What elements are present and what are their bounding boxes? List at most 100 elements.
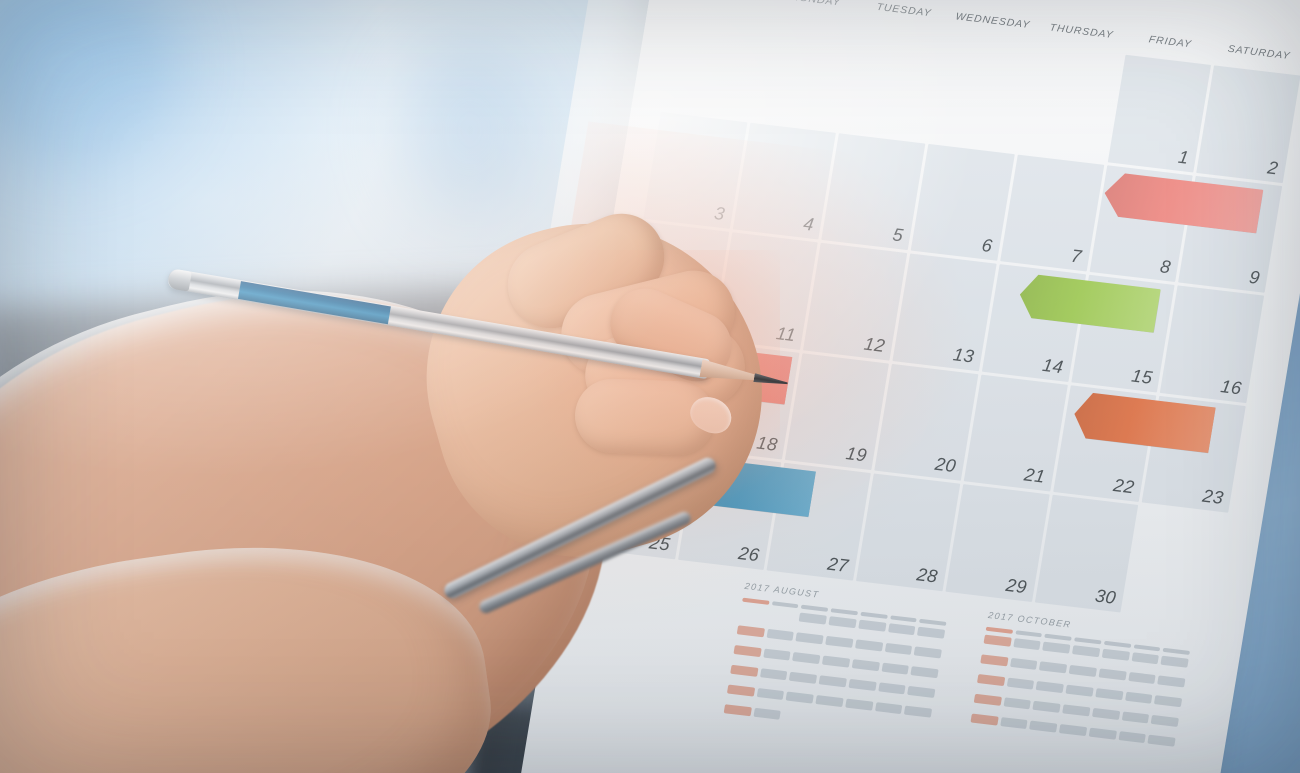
mini-day-dot (1006, 677, 1035, 690)
mini-day-dot (881, 662, 910, 675)
mini-calendar-october: 2017 OCTOBER (957, 610, 1193, 773)
calendar-cell-4: 4 (732, 122, 837, 240)
mini-day-dot (1127, 671, 1156, 684)
mini-day-dot (983, 634, 1012, 647)
mini-day-dot (828, 616, 857, 629)
mini-day-dot (917, 626, 946, 639)
calendar-cell-1: 1 (1107, 54, 1212, 173)
date-number: 23 (1201, 486, 1226, 509)
mini-day-dot (1036, 681, 1065, 694)
mini-day-dot (733, 645, 762, 658)
mini-day-dot (904, 705, 933, 718)
calendar-cell-empty (1124, 506, 1228, 623)
mini-day-dot (769, 609, 797, 621)
calendar-cell-12: 12 (803, 243, 908, 361)
mini-day-dot (799, 612, 828, 625)
date-number: 12 (862, 333, 887, 356)
mini-day-dot (792, 652, 821, 665)
mini-day-dot (726, 684, 755, 697)
date-number: 18 (755, 432, 780, 456)
mini-day-dot (1101, 648, 1130, 661)
date-number: 15 (1130, 365, 1155, 388)
mini-day-dot (1039, 661, 1068, 674)
calendar-cell-21: 21 (963, 374, 1068, 492)
calendar-cell-6: 6 (910, 143, 1015, 261)
mini-day-dot (848, 678, 877, 691)
mini-day-dot (1157, 675, 1186, 688)
mini-day-dot (1009, 657, 1038, 670)
mini-day-dot (1124, 691, 1153, 704)
mini-day-dot (973, 693, 1002, 706)
date-number: 26 (736, 543, 761, 566)
mini-day-dot (740, 606, 768, 618)
mini-day-dot (1085, 747, 1113, 759)
pencil-cap (166, 268, 192, 292)
mini-day-dot (887, 623, 916, 636)
calendar-cell-13: 13 (892, 253, 997, 372)
date-number: 9 (1247, 267, 1262, 289)
mini-day-dot (967, 733, 995, 745)
date-number: 7 (1069, 245, 1084, 267)
mini-day-dot (766, 628, 795, 641)
mini-day-dot (1013, 638, 1042, 651)
mini-day-dot (795, 632, 824, 645)
mini-day-grid (966, 634, 1189, 773)
mini-day-dot (1115, 751, 1143, 763)
date-number: 1 (1176, 146, 1191, 168)
mini-day-dot (1065, 684, 1094, 697)
mini-day-dot (877, 682, 906, 695)
date-number: 28 (915, 564, 940, 587)
mini-day-dot (1068, 664, 1097, 677)
mini-day-dot (1121, 711, 1150, 724)
mini-day-dot (907, 685, 936, 698)
mini-day-dot (851, 659, 880, 672)
mini-day-dot (999, 717, 1028, 730)
mini-day-dot (1118, 731, 1147, 744)
mini-day-dot (789, 671, 818, 684)
mini-day-dot (1144, 754, 1172, 766)
mini-day-dot (1154, 695, 1183, 708)
dow-wednesday: WEDNESDAY (954, 10, 1032, 31)
mini-day-dot (1056, 744, 1084, 756)
mini-day-dot (1003, 697, 1032, 710)
mini-day-dot (1072, 645, 1101, 658)
mini-day-dot (822, 655, 851, 668)
mini-day-dot (1147, 734, 1176, 747)
mini-day-dot (812, 715, 840, 727)
mini-day-dot (901, 725, 929, 737)
mini-day-dot (884, 642, 913, 655)
date-number: 4 (801, 213, 816, 235)
mini-calendar-august: 2017 AUGUST (714, 581, 950, 773)
mini-day-dot (1091, 707, 1120, 720)
mini-day-dot (783, 711, 811, 723)
calendar-cell-28: 28 (856, 473, 961, 592)
calendar-cell-19: 19 (785, 353, 890, 471)
mini-day-dot (1026, 740, 1054, 752)
background-bokeh-2 (400, 40, 540, 220)
date-number: 29 (1004, 574, 1029, 598)
calendar-cell-30: 30 (1034, 495, 1139, 613)
dow-tuesday: TUESDAY (875, 1, 933, 20)
date-number: 27 (826, 553, 851, 576)
mini-day-dot (785, 691, 815, 704)
calendar-cell-empty (929, 33, 1033, 150)
mini-day-grid (722, 606, 946, 746)
date-number: 3 (712, 203, 727, 225)
date-number: 13 (951, 344, 976, 367)
date-number: 22 (1111, 475, 1136, 498)
dow-friday: FRIDAY (1147, 33, 1193, 51)
date-number: 30 (1093, 585, 1118, 608)
mini-day-dot (736, 625, 765, 638)
mini-day-dot (753, 707, 782, 720)
mini-day-dot (1029, 720, 1058, 733)
mini-day-dot (759, 668, 788, 681)
mini-day-dot (980, 654, 1009, 667)
mini-day-dot (1042, 641, 1071, 654)
mini-day-dot (815, 695, 844, 708)
calendar-cell-16: 16 (1160, 285, 1265, 403)
calendar-cell-empty (1018, 44, 1122, 161)
date-number: 8 (1158, 256, 1173, 278)
date-number: 2 (1266, 157, 1280, 178)
mini-day-dot (854, 639, 883, 652)
date-number: 5 (891, 224, 905, 246)
